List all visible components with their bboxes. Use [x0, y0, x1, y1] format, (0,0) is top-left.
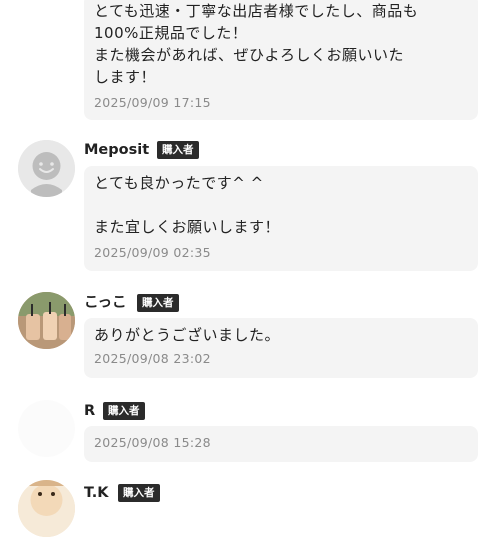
review-bubble: とても良かったです^ ^ また宜しくお願いします！ 2025/09/09 02:…: [84, 166, 478, 271]
reviewer-name[interactable]: Meposit: [84, 140, 149, 160]
review-message: とても迅速・丁寧な出店者様でしたし、商品も 100%正規品でした！ また機会があ…: [94, 2, 419, 86]
review-timestamp: 2025/09/09 02:35: [94, 245, 211, 260]
drinks-photo-icon: [18, 292, 75, 349]
reviewer-name[interactable]: こっこ: [84, 293, 127, 313]
buyer-badge: 購入者: [103, 402, 145, 420]
review-message: ありがとうございました。: [94, 326, 281, 344]
review-timestamp: 2025/09/09 17:15: [94, 95, 211, 110]
user-photo-avatar[interactable]: [18, 480, 75, 537]
review-timestamp: 2025/09/08 23:02: [94, 351, 211, 366]
default-avatar[interactable]: [18, 140, 75, 197]
review-bubble: ありがとうございました。 2025/09/08 23:02: [84, 318, 478, 378]
blank-avatar[interactable]: [18, 400, 75, 457]
review-bubble: 2025/09/08 15:28: [84, 426, 478, 462]
review-bubble: とても迅速・丁寧な出店者様でしたし、商品も 100%正規品でした！ また機会があ…: [84, 0, 478, 120]
review-timestamp: 2025/09/08 15:28: [94, 435, 211, 450]
reviewer-name[interactable]: T.K: [84, 483, 108, 503]
buyer-badge: 購入者: [157, 141, 199, 159]
character-face-icon: [18, 480, 75, 537]
user-silhouette-icon: [18, 140, 75, 197]
buyer-badge: 購入者: [137, 294, 179, 312]
reviewer-name[interactable]: R: [84, 401, 95, 421]
buyer-badge: 購入者: [118, 484, 160, 502]
user-photo-avatar[interactable]: [18, 292, 75, 349]
review-message: とても良かったです^ ^ また宜しくお願いします！: [94, 174, 281, 236]
